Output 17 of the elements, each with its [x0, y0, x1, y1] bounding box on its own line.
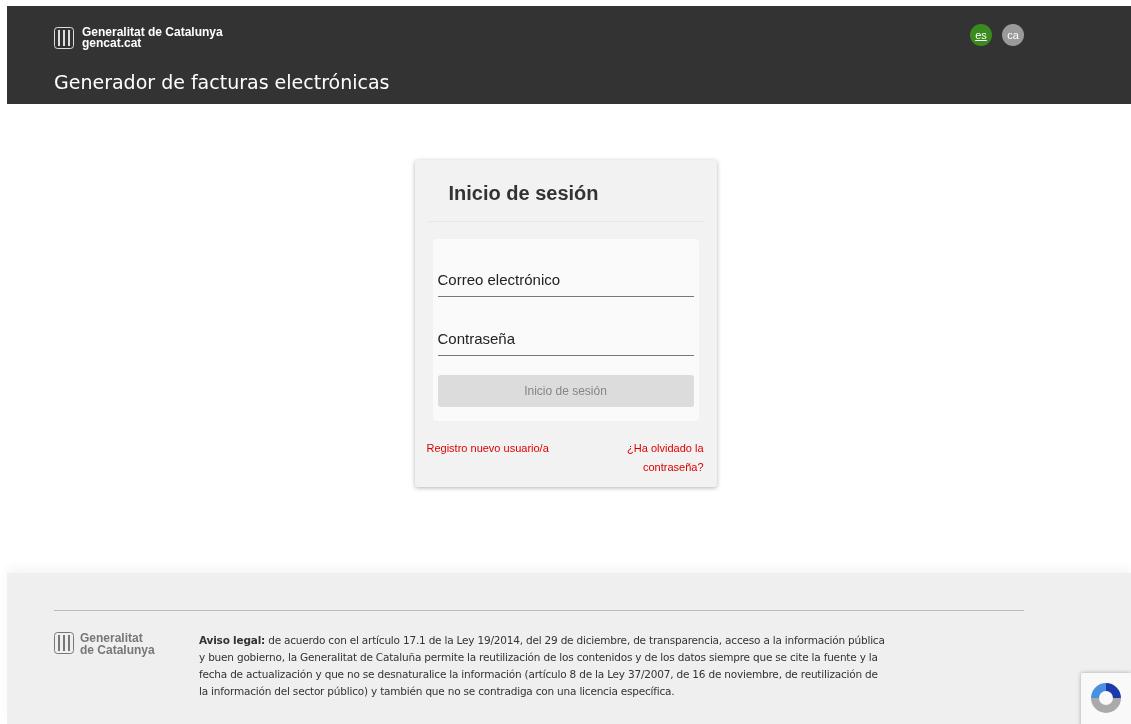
recaptcha-badge[interactable] — [1081, 673, 1131, 724]
legal-notice: Aviso legal: de acuerdo con el artículo 17.1 de la Ley 19/2014, del 29 de diciembre, de transparencia, acceso a la información pública y buen gobierno, la Generalitat de Cataluña permite la reutilización de los contenidos y de los datos siempre que se cite la fuente y la fecha de actualización y que no se desnaturalice la información (artículo 8 de la Ley 37/2007, de 16 de noviembre, de reutilización de la información del sector público) y también que no se contradiga con una licencia específica. — [199, 633, 886, 699]
register-link[interactable]: Registro nuevo usuario/a — [426, 439, 549, 477]
emblem-logo-icon — [54, 632, 74, 654]
footer-brand-name: Generalitat — [80, 632, 144, 644]
app-title: Generador de facturas electrónicas — [54, 71, 391, 93]
recaptcha-icon — [1089, 681, 1123, 715]
footer-brand-name: de Catalunya — [80, 644, 155, 656]
emblem-logo-icon — [54, 27, 74, 49]
input-field[interactable]: Correo electrónico — [437, 261, 694, 297]
brand-name: Generalitat de Catalunya — [82, 27, 223, 38]
language-button[interactable]: es — [970, 24, 992, 46]
forgot-password-link[interactable]: ¿Ha olvidado la contraseña? — [623, 439, 704, 477]
login-title: Inicio de sesión — [427, 160, 704, 222]
brand-domain: gencat.cat — [82, 38, 143, 49]
input-field[interactable]: Contraseña — [437, 320, 694, 356]
language-button[interactable]: ca — [1002, 24, 1024, 46]
